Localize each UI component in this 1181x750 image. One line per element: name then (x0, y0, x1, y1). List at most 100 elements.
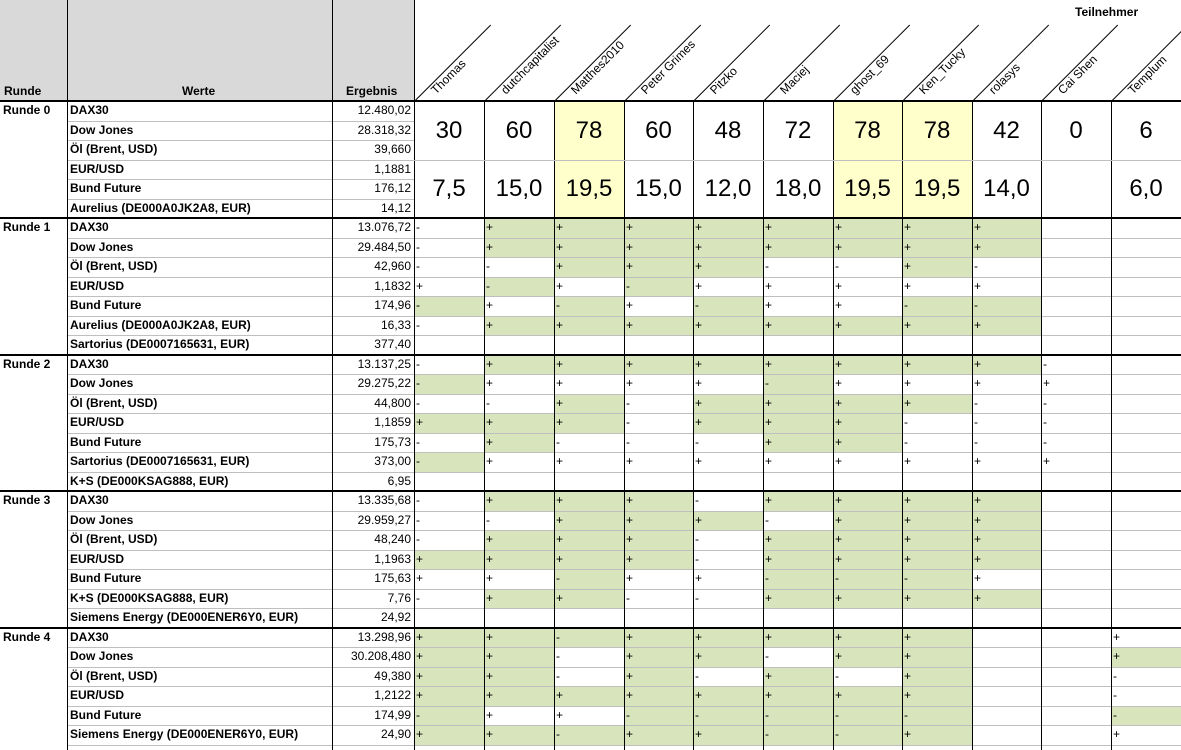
prediction-cell[interactable]: + (972, 491, 1041, 511)
prediction-cell[interactable]: - (414, 433, 484, 452)
prediction-cell[interactable]: + (833, 433, 902, 452)
prediction-cell[interactable]: - (972, 394, 1041, 413)
prediction-cell[interactable]: - (763, 511, 833, 530)
prediction-cell[interactable]: + (833, 550, 902, 569)
prediction-cell[interactable]: + (972, 374, 1041, 394)
prediction-cell[interactable]: + (763, 296, 833, 316)
prediction-cell[interactable]: + (763, 530, 833, 550)
prediction-cell[interactable]: + (484, 686, 554, 706)
prediction-cell[interactable]: + (833, 394, 902, 413)
prediction-cell[interactable]: - (833, 706, 902, 725)
prediction-cell[interactable]: + (624, 257, 693, 277)
prediction-cell[interactable]: - (414, 589, 484, 608)
prediction-cell[interactable]: + (624, 667, 693, 686)
prediction-cell[interactable] (972, 647, 1041, 667)
prediction-cell[interactable]: + (484, 238, 554, 257)
prediction-cell[interactable]: + (763, 277, 833, 296)
prediction-cell[interactable] (972, 686, 1041, 706)
prediction-cell[interactable]: - (1111, 686, 1181, 706)
prediction-cell[interactable] (1041, 686, 1111, 706)
prediction-cell[interactable] (1041, 511, 1111, 530)
prediction-cell[interactable]: - (554, 569, 624, 589)
prediction-cell[interactable]: + (902, 491, 972, 511)
prediction-cell[interactable]: + (902, 238, 972, 257)
prediction-cell[interactable]: - (972, 257, 1041, 277)
prediction-cell[interactable]: - (624, 706, 693, 725)
prediction-cell[interactable]: - (414, 394, 484, 413)
prediction-cell[interactable]: + (693, 316, 763, 335)
prediction-cell[interactable]: - (414, 257, 484, 277)
prediction-cell[interactable] (1041, 569, 1111, 589)
prediction-cell[interactable]: + (763, 667, 833, 686)
prediction-cell[interactable] (1111, 296, 1181, 316)
prediction-cell[interactable]: + (763, 238, 833, 257)
prediction-cell[interactable]: - (414, 316, 484, 335)
prediction-cell[interactable]: - (693, 550, 763, 569)
prediction-cell[interactable] (1111, 374, 1181, 394)
prediction-cell[interactable]: - (414, 238, 484, 257)
prediction-cell[interactable]: + (763, 628, 833, 647)
prediction-cell[interactable]: + (693, 628, 763, 647)
prediction-cell[interactable]: + (484, 569, 554, 589)
prediction-cell[interactable]: + (763, 452, 833, 472)
prediction-cell[interactable]: + (763, 316, 833, 335)
prediction-cell[interactable]: - (693, 296, 763, 316)
prediction-cell[interactable]: + (484, 667, 554, 686)
prediction-cell[interactable]: + (484, 530, 554, 550)
prediction-cell[interactable]: + (833, 316, 902, 335)
prediction-cell[interactable]: - (763, 725, 833, 745)
prediction-cell[interactable] (1111, 277, 1181, 296)
prediction-cell[interactable]: - (414, 452, 484, 472)
prediction-cell[interactable]: - (484, 257, 554, 277)
prediction-cell[interactable]: + (554, 238, 624, 257)
prediction-cell[interactable]: - (414, 355, 484, 374)
prediction-cell[interactable] (1041, 277, 1111, 296)
prediction-cell[interactable]: + (554, 706, 624, 725)
prediction-cell[interactable] (1041, 706, 1111, 725)
prediction-cell[interactable]: + (1111, 628, 1181, 647)
prediction-cell[interactable] (1111, 530, 1181, 550)
prediction-cell[interactable]: + (902, 277, 972, 296)
prediction-cell[interactable]: + (833, 530, 902, 550)
prediction-cell[interactable] (1041, 238, 1111, 257)
prediction-cell[interactable]: + (972, 511, 1041, 530)
prediction-cell[interactable]: - (414, 511, 484, 530)
prediction-cell[interactable]: + (624, 296, 693, 316)
prediction-cell[interactable]: + (972, 452, 1041, 472)
prediction-cell[interactable]: + (763, 686, 833, 706)
prediction-cell[interactable]: + (693, 569, 763, 589)
prediction-cell[interactable] (972, 725, 1041, 745)
prediction-cell[interactable]: + (484, 433, 554, 452)
prediction-cell[interactable]: + (902, 686, 972, 706)
prediction-cell[interactable] (972, 706, 1041, 725)
prediction-cell[interactable]: + (972, 218, 1041, 238)
prediction-cell[interactable]: + (484, 296, 554, 316)
prediction-cell[interactable]: + (554, 530, 624, 550)
prediction-cell[interactable]: + (763, 433, 833, 452)
prediction-cell[interactable]: + (414, 628, 484, 647)
prediction-cell[interactable]: + (484, 491, 554, 511)
prediction-cell[interactable]: + (833, 355, 902, 374)
prediction-cell[interactable] (1041, 667, 1111, 686)
prediction-cell[interactable]: + (902, 218, 972, 238)
prediction-cell[interactable]: + (484, 628, 554, 647)
prediction-cell[interactable]: + (554, 511, 624, 530)
prediction-cell[interactable] (1111, 491, 1181, 511)
prediction-cell[interactable] (1111, 218, 1181, 238)
prediction-cell[interactable]: - (972, 413, 1041, 433)
prediction-cell[interactable]: + (693, 413, 763, 433)
prediction-cell[interactable]: + (763, 589, 833, 608)
prediction-cell[interactable] (1041, 589, 1111, 608)
prediction-cell[interactable]: + (554, 491, 624, 511)
prediction-cell[interactable]: - (624, 277, 693, 296)
prediction-cell[interactable] (1041, 491, 1111, 511)
prediction-cell[interactable]: + (902, 550, 972, 569)
prediction-cell[interactable]: + (484, 355, 554, 374)
prediction-cell[interactable]: + (1111, 647, 1181, 667)
prediction-cell[interactable]: + (624, 238, 693, 257)
prediction-cell[interactable]: - (1111, 706, 1181, 725)
prediction-cell[interactable]: + (972, 569, 1041, 589)
prediction-cell[interactable]: + (833, 628, 902, 647)
prediction-cell[interactable]: - (414, 218, 484, 238)
prediction-cell[interactable]: + (414, 550, 484, 569)
